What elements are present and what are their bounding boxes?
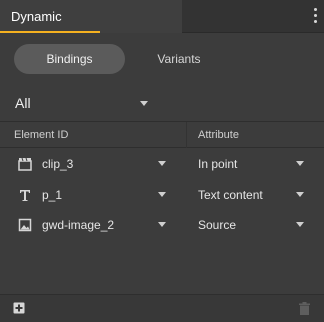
element-id-select[interactable]: p_1 [40, 180, 180, 210]
panel-header: Dynamic [0, 0, 324, 33]
tab-bindings[interactable]: Bindings [14, 44, 125, 74]
panel-title: Dynamic [11, 9, 62, 24]
chevron-down-icon [296, 222, 304, 227]
chevron-down-icon [296, 192, 304, 197]
column-header-attribute: Attribute [198, 129, 239, 141]
panel-footer [0, 294, 324, 322]
more-vert-icon[interactable] [312, 8, 318, 26]
element-id-select[interactable]: clip_3 [40, 149, 180, 179]
attribute-value: In point [198, 157, 238, 171]
attribute-value: Text content [198, 188, 263, 202]
attribute-select[interactable]: In point [196, 149, 312, 179]
dynamic-panel: Dynamic Bindings Variants All Element ID… [0, 0, 324, 322]
chevron-down-icon [140, 101, 148, 106]
film-clip-icon [18, 157, 32, 171]
text-icon [18, 188, 32, 202]
chevron-down-icon [296, 161, 304, 166]
binding-row: gwd-image_2 Source [0, 210, 324, 240]
tab-variants[interactable]: Variants [139, 44, 219, 74]
chevron-down-icon [158, 222, 166, 227]
attribute-select[interactable]: Source [196, 210, 312, 240]
bindings-variants-toggle: Bindings Variants [14, 44, 238, 74]
binding-row: p_1 Text content [0, 180, 324, 210]
attribute-select[interactable]: Text content [196, 180, 312, 210]
tab-underline [0, 31, 100, 33]
element-id-select[interactable]: gwd-image_2 [40, 210, 180, 240]
trash-icon[interactable] [299, 302, 310, 315]
chevron-down-icon [158, 161, 166, 166]
filter-dropdown[interactable]: All [0, 86, 324, 122]
chevron-down-icon [158, 192, 166, 197]
column-headers: Element ID Attribute [0, 122, 324, 148]
add-icon[interactable] [13, 302, 25, 314]
column-header-element-id: Element ID [14, 129, 69, 141]
element-id-value: p_1 [42, 188, 63, 202]
column-divider [186, 122, 187, 148]
panel-tab[interactable]: Dynamic [0, 0, 182, 33]
element-id-value: gwd-image_2 [42, 218, 115, 232]
binding-row: clip_3 In point [0, 149, 324, 179]
image-icon [18, 218, 32, 232]
element-id-value: clip_3 [42, 157, 74, 171]
attribute-value: Source [198, 218, 237, 232]
filter-value: All [15, 95, 31, 111]
